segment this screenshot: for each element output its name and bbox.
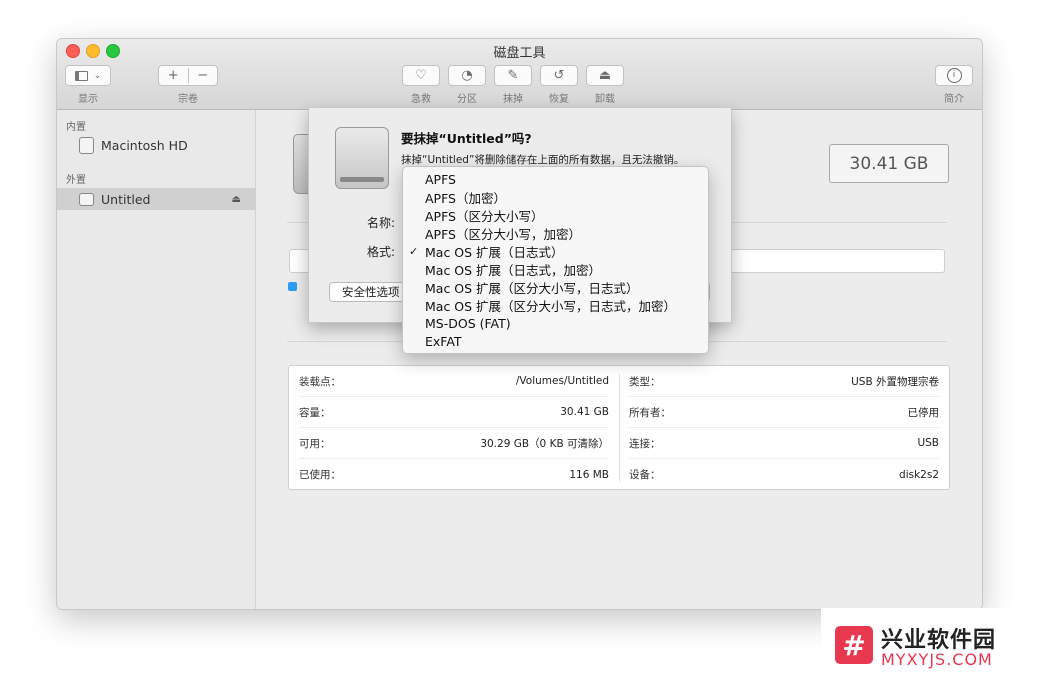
sidebar-toggle-icon [74,70,88,81]
option-label: APFS（区分大小写，加密） [425,226,581,242]
column-divider [619,374,620,482]
partition-button[interactable]: ◔ [448,65,486,86]
info-key: 可用： [299,437,331,450]
view-label: 显示 [78,94,98,105]
name-field-label: 名称: [367,216,396,230]
option-label: APFS [425,171,456,187]
sidebar-item-macintosh-hd[interactable]: Macintosh HD [57,134,255,156]
erase-button[interactable]: ✎ [494,65,532,86]
option-label: APFS（区分大小写） [425,208,544,224]
volume-button-group: + − [158,65,218,86]
eject-icon[interactable]: ⏏ [232,194,241,205]
info-value: disk2s2 [899,468,939,481]
sidebar: 内置 Macintosh HD 外置 Untitled ⏏ [57,110,256,609]
option-label: APFS（加密） [425,190,506,206]
info-label: 简介 [944,94,964,105]
sidebar-item-label: Untitled [101,191,151,207]
erase-icon: ✎ [507,68,519,83]
info-table: 装载点： /Volumes/Untitled 容量： 30.41 GB 可用： … [288,365,950,490]
capacity-display: 30.41 GB [829,144,949,183]
info-key: 容量： [299,406,331,419]
restore-arrow-icon: ↺ [553,68,565,83]
format-option-ms-dos-fat[interactable]: MS-DOS (FAT) [403,314,708,332]
format-option-exfat[interactable]: ExFAT [403,332,708,350]
option-label: MS-DOS (FAT) [425,315,511,331]
view-button[interactable]: ⌄ [65,65,111,86]
sidebar-section-internal: 内置 [66,122,86,133]
info-row-device: 设备： disk2s2 [629,459,939,490]
info-row-type: 类型： USB 外置物理宗卷 [629,366,939,397]
info-row-owners: 所有者： 已停用 [629,397,939,428]
info-button[interactable]: i [935,65,973,86]
format-option-mac-os-case-sensitive-journaled-encrypted[interactable]: Mac OS 扩展（区分大小写，日志式，加密） [403,296,708,314]
format-option-apfs[interactable]: APFS [403,170,708,188]
info-value: USB 外置物理宗卷 [851,375,939,388]
info-value: /Volumes/Untitled [515,375,609,387]
sidebar-section-external: 外置 [66,175,86,186]
pie-chart-icon: ◔ [461,68,473,83]
external-disk-icon [335,127,389,189]
info-value: 116 MB [569,468,609,481]
info-value: 30.41 GB [560,406,609,418]
info-value: 已停用 [907,406,940,419]
restore-button[interactable]: ↺ [540,65,578,86]
chevron-down-icon: ⌄ [93,70,102,81]
watermark-logo-icon: # [835,626,873,664]
sheet-message: 抹掉“Untitled”将删除储存在上面的所有数据，且无法撤销。 [401,154,685,166]
external-disk-icon [79,192,94,206]
info-row-connection: 连接： USB [629,428,939,459]
option-label: ExFAT [425,333,462,349]
sidebar-item-untitled[interactable]: Untitled ⏏ [57,188,255,210]
info-key: 设备： [629,469,661,481]
info-row-available: 可用： 30.29 GB（0 KB 可清除） [299,428,609,459]
info-value: 30.29 GB（0 KB 可清除） [480,437,609,450]
watermark-url: MYXYJS.COM [881,650,993,669]
remove-volume-button[interactable]: − [189,68,218,83]
option-label: Mac OS 扩展（日志式） [425,244,564,260]
info-value: USB [917,437,939,449]
format-option-mac-os-journaled-encrypted[interactable]: Mac OS 扩展（日志式，加密） [403,260,708,278]
stethoscope-icon: ♡ [415,68,427,83]
info-row-capacity: 容量： 30.41 GB [299,397,609,428]
eject-icon: ⏏ [598,68,612,83]
info-row-used: 已使用： 116 MB [299,459,609,490]
info-key: 所有者： [629,406,671,419]
internal-disk-icon [79,136,94,154]
format-option-mac-os-journaled[interactable]: ✓ Mac OS 扩展（日志式） [403,242,708,260]
unmount-button[interactable]: ⏏ [586,65,624,86]
format-field-label: 格式: [367,245,396,259]
format-option-apfs-case-sensitive-encrypted[interactable]: APFS（区分大小写，加密） [403,224,708,242]
format-dropdown-menu: APFS APFS（加密） APFS（区分大小写） APFS（区分大小写，加密）… [402,166,709,354]
checkmark-icon: ✓ [409,244,419,258]
info-row-mount-point: 装载点： /Volumes/Untitled [299,366,609,397]
security-options-button[interactable]: 安全性选项 [329,282,409,302]
info-key: 连接： [629,437,661,450]
sidebar-item-label: Macintosh HD [101,137,188,153]
first-aid-button[interactable]: ♡ [402,65,440,86]
window-title: 磁盘工具 [493,46,546,61]
unmount-label: 卸载 [595,94,615,105]
watermark: # 兴业软件园 MYXYJS.COM [821,608,1037,682]
info-key: 类型： [629,375,661,388]
volume-label: 宗卷 [178,94,198,105]
info-icon: i [946,68,962,83]
option-label: Mac OS 扩展（区分大小写，日志式） [425,280,639,296]
option-label: Mac OS 扩展（日志式，加密） [425,262,602,278]
title-bar: 磁盘工具 ⌄ 显示 + − 宗卷 ♡ 急救 ◔ 分区 ✎ 抹掉 ↺ 恢复 ⏏ 卸 [57,39,982,110]
option-label: Mac OS 扩展（区分大小写，日志式，加密） [425,298,677,314]
info-key: 装载点： [299,375,341,388]
format-option-mac-os-case-sensitive-journaled[interactable]: Mac OS 扩展（区分大小写，日志式） [403,278,708,296]
format-option-apfs-case-sensitive[interactable]: APFS（区分大小写） [403,206,708,224]
info-key: 已使用： [299,469,341,481]
add-volume-button[interactable]: + [159,68,189,83]
format-option-apfs-encrypted[interactable]: APFS（加密） [403,188,708,206]
usage-legend-swatch [288,282,297,291]
sheet-title: 要抹掉“Untitled”吗? [401,131,532,146]
